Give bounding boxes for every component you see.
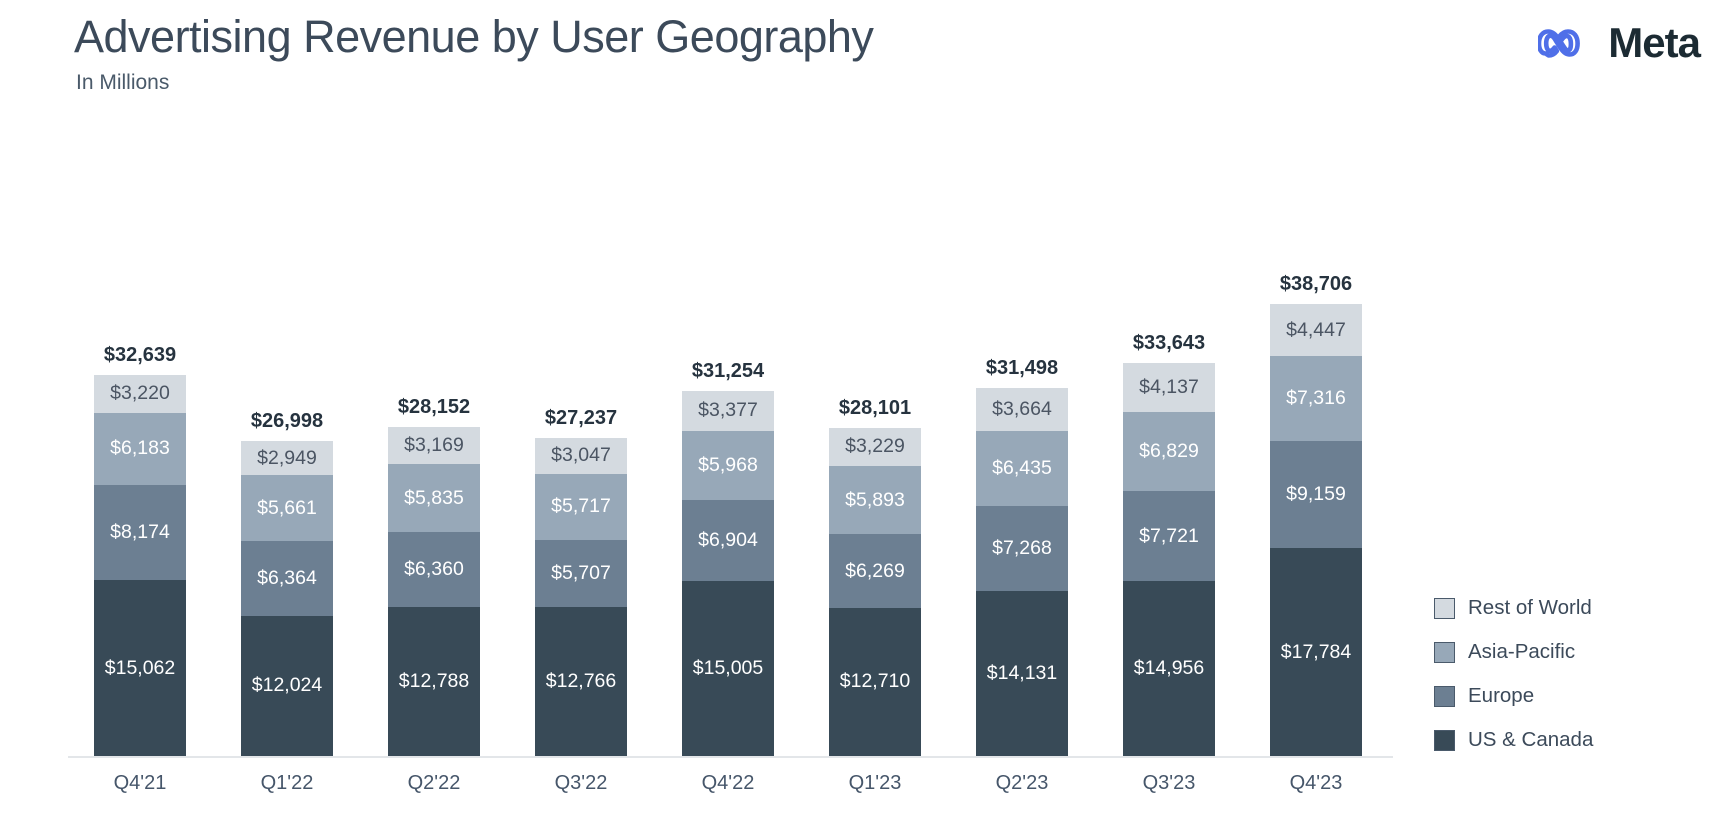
x-axis-tick-label: Q2'22 [407, 772, 461, 794]
stacked-bar[interactable]: $12,766 $5,707 $5,717 $3,047 [535, 438, 627, 756]
bar-segment[interactable]: $6,435 [976, 431, 1068, 507]
bar-total-label: $27,237 [544, 406, 618, 429]
chart-legend: Rest of World Asia-Pacific Europe US & Cana… [1434, 586, 1593, 762]
bar-total-label: $33,643 [1132, 332, 1206, 355]
bar-segment[interactable]: $12,710 [829, 607, 921, 756]
bar-segment[interactable]: $6,904 [682, 500, 774, 581]
bar-total-label: $38,706 [1279, 273, 1353, 296]
bar-segment[interactable]: $6,360 [388, 532, 480, 607]
bar-total-label: $28,101 [838, 396, 912, 419]
bar-total-label: $26,998 [250, 409, 324, 432]
bar-total-label: $31,254 [691, 360, 765, 383]
x-axis-tick-label: Q2'23 [995, 772, 1049, 794]
x-axis-tick-label: Q1'23 [848, 772, 902, 794]
bar-segment[interactable]: $6,183 [94, 412, 186, 485]
legend-swatch [1434, 685, 1455, 707]
legend-item[interactable]: Europe [1434, 674, 1593, 718]
legend-item-label: Asia-Pacific [1468, 640, 1576, 663]
x-axis-tick-label: Q4'23 [1289, 772, 1343, 794]
bar-segment[interactable]: $12,788 [388, 606, 480, 756]
stacked-bar[interactable]: $12,788 $6,360 $5,835 $3,169 [388, 427, 480, 756]
bar-segment[interactable]: $5,661 [241, 475, 333, 542]
stacked-bar[interactable]: $15,062 $8,174 $6,183 $3,220 [94, 374, 186, 756]
x-axis-line [68, 756, 1393, 758]
x-axis-tick-label: Q4'21 [113, 772, 167, 794]
bar-segment[interactable]: $5,835 [388, 464, 480, 533]
bar-segment[interactable]: $3,664 [976, 388, 1068, 432]
legend-swatch [1434, 641, 1455, 663]
legend-item[interactable]: US & Canada [1434, 718, 1593, 762]
bar-total-label: $32,639 [103, 343, 177, 366]
bar-segment[interactable]: $8,174 [94, 484, 186, 581]
legend-item-label: Rest of World [1468, 596, 1592, 619]
bar-segment[interactable]: $5,893 [829, 465, 921, 535]
stacked-bar[interactable]: $14,956 $7,721 $6,829 $4,137 [1123, 363, 1215, 756]
bar-segment[interactable]: $3,377 [682, 391, 774, 431]
bar-segment[interactable]: $5,717 [535, 473, 627, 541]
legend-item-label: US & Canada [1468, 728, 1594, 751]
stacked-bar[interactable]: $15,005 $6,904 $5,968 $3,377 [682, 391, 774, 756]
bar-segment[interactable]: $6,269 [829, 534, 921, 608]
bar-segment[interactable]: $17,784 [1270, 548, 1362, 756]
bar-segment[interactable]: $7,268 [976, 506, 1068, 592]
x-axis-tick-label: Q3'22 [554, 772, 608, 794]
bar-total-label: $31,498 [985, 357, 1059, 380]
bar-segment[interactable]: $3,229 [829, 427, 921, 466]
bar-segment[interactable]: $9,159 [1270, 441, 1362, 549]
stacked-bar[interactable]: $12,024 $6,364 $5,661 $2,949 [241, 440, 333, 756]
x-axis-tick-label: Q1'22 [260, 772, 314, 794]
bar-segment[interactable]: $4,137 [1123, 363, 1215, 412]
bar-segment[interactable]: $3,220 [94, 374, 186, 413]
legend-swatch [1434, 597, 1455, 619]
bar-segment[interactable]: $7,721 [1123, 491, 1215, 582]
bar-segment[interactable]: $5,707 [535, 540, 627, 607]
bar-segment[interactable]: $14,131 [976, 591, 1068, 756]
bar-segment[interactable]: $4,447 [1270, 304, 1362, 357]
stacked-bar[interactable]: $14,131 $7,268 $6,435 $3,664 [976, 388, 1068, 756]
bar-segment[interactable]: $6,829 [1123, 411, 1215, 492]
stacked-bar[interactable]: $17,784 $9,159 $7,316 $4,447 [1270, 304, 1362, 756]
legend-item[interactable]: Asia-Pacific [1434, 630, 1593, 674]
bar-segment[interactable]: $15,062 [94, 580, 186, 756]
bar-segment[interactable]: $3,047 [535, 438, 627, 474]
bar-segment[interactable]: $6,364 [241, 541, 333, 616]
bar-segment[interactable]: $14,956 [1123, 581, 1215, 756]
legend-item-label: Europe [1468, 684, 1535, 707]
x-axis-tick-label: Q4'22 [701, 772, 755, 794]
bar-segment[interactable]: $12,024 [241, 615, 333, 756]
x-axis-tick-label: Q3'23 [1142, 772, 1196, 794]
legend-swatch [1434, 729, 1455, 751]
legend-item[interactable]: Rest of World [1434, 586, 1593, 630]
bar-segment[interactable]: $12,766 [535, 606, 627, 756]
bar-segment[interactable]: $2,949 [241, 440, 333, 476]
bar-total-label: $28,152 [397, 396, 471, 419]
stacked-bar[interactable]: $12,710 $6,269 $5,893 $3,229 [829, 427, 921, 756]
bar-segment[interactable]: $15,005 [682, 580, 774, 756]
bar-segment[interactable]: $7,316 [1270, 356, 1362, 442]
bar-segment[interactable]: $3,169 [388, 427, 480, 465]
bar-segment[interactable]: $5,968 [682, 430, 774, 501]
